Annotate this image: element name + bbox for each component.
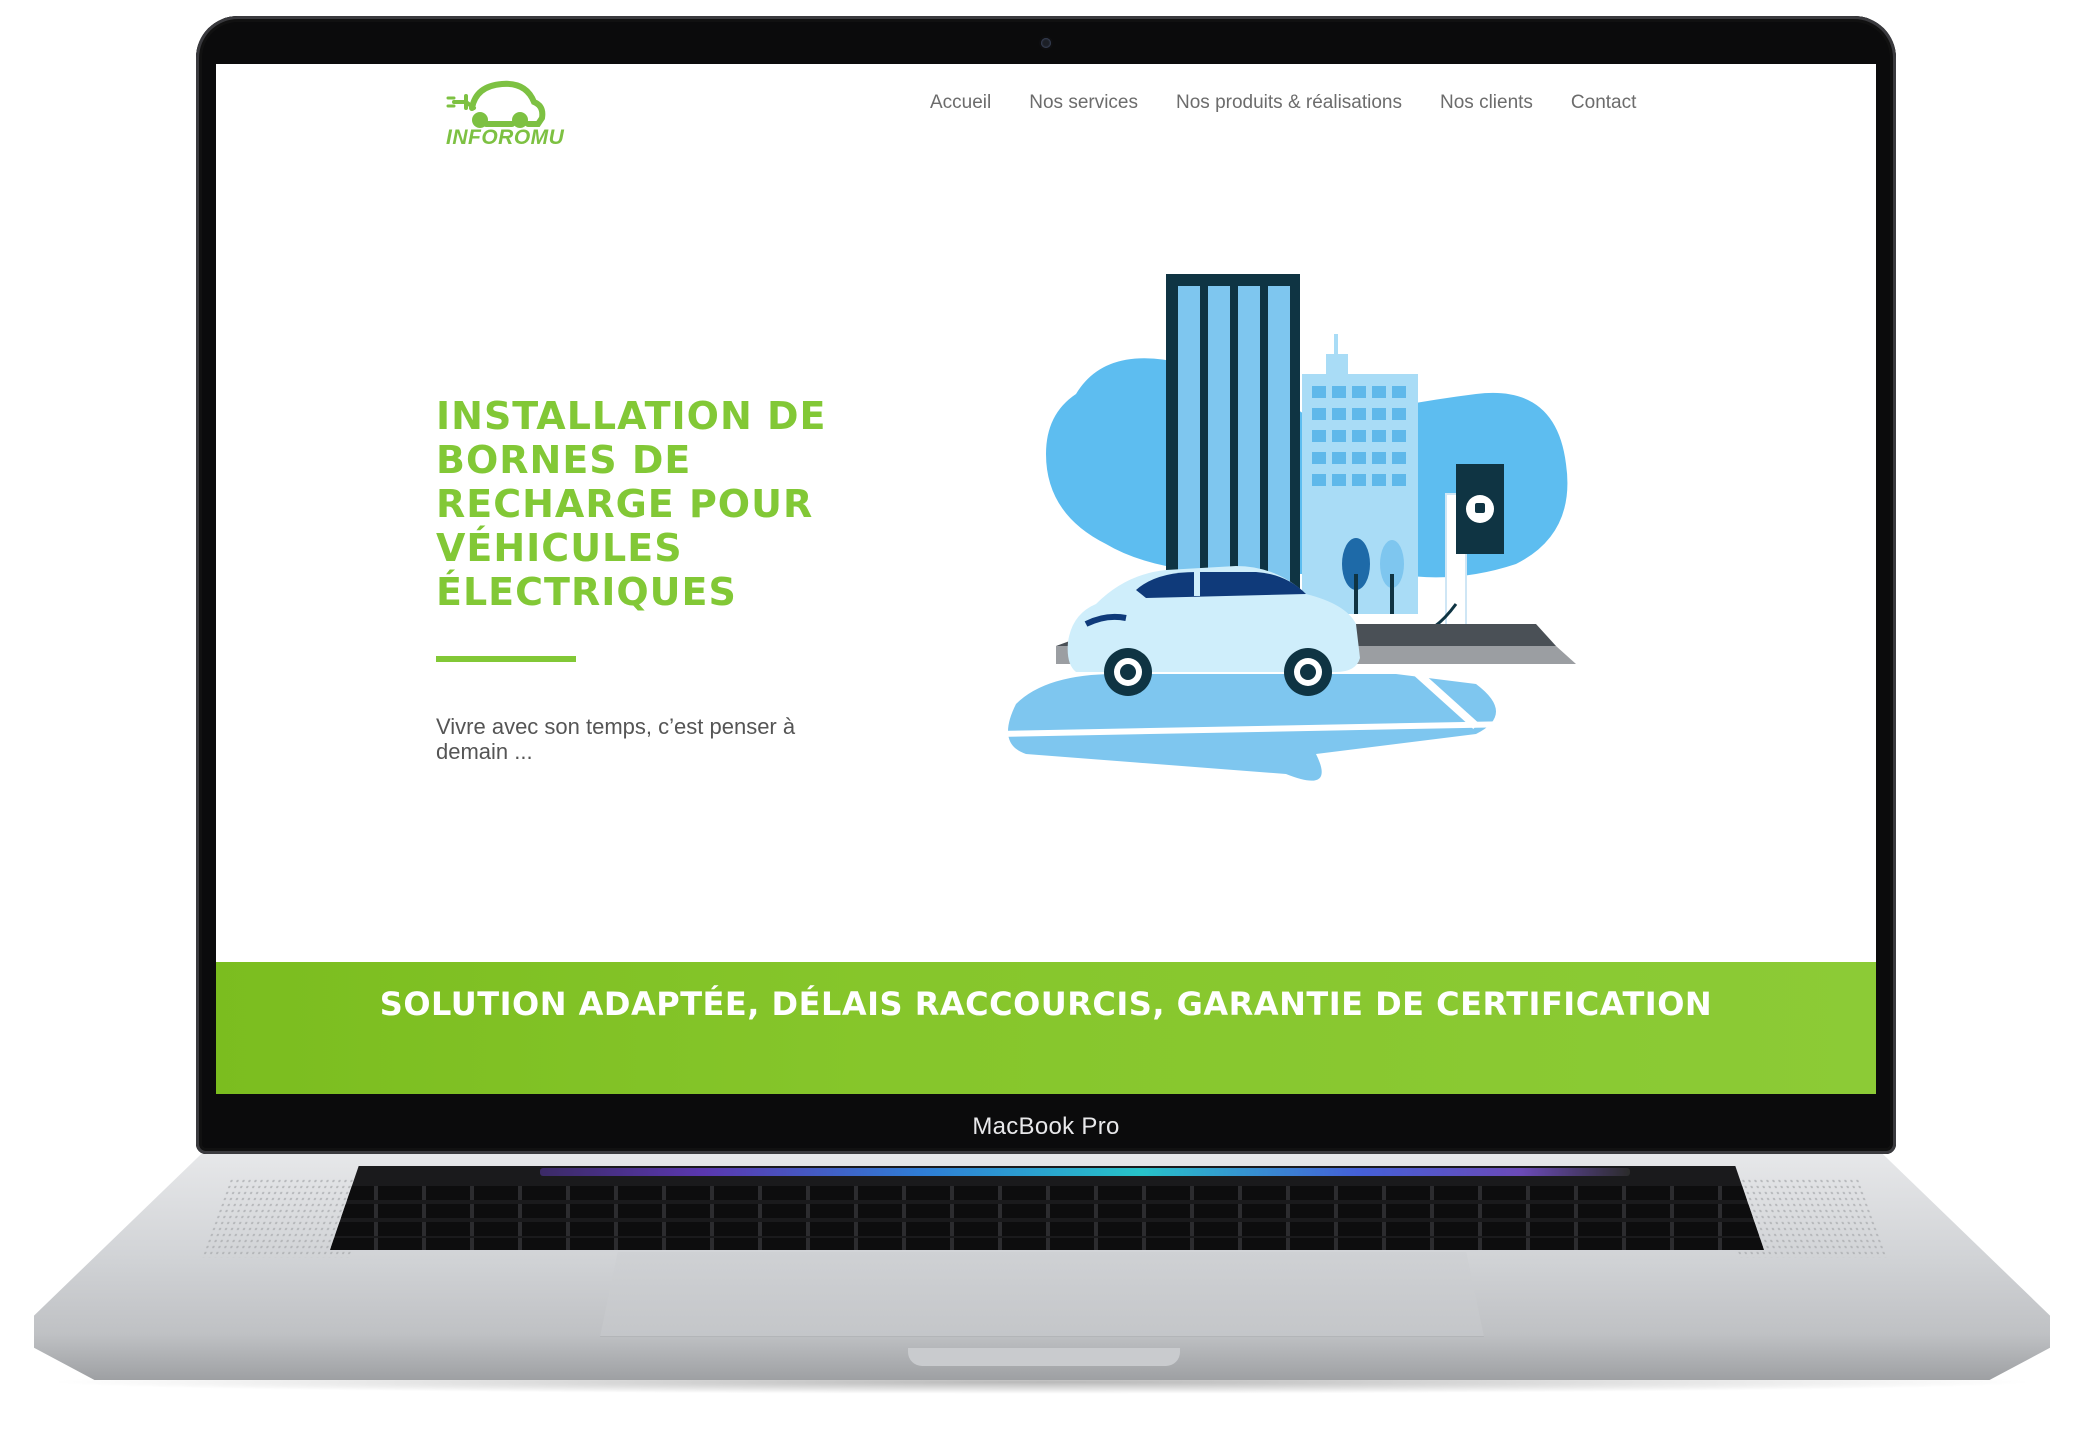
nav-link-contact[interactable]: Contact (1571, 92, 1636, 114)
browser-viewport[interactable]: INFOROMU Accueil Nos services Nos produi… (216, 64, 1876, 1094)
lid-open-notch (908, 1348, 1180, 1366)
camera-icon (1041, 38, 1051, 48)
key-row (330, 1204, 1764, 1218)
nav-link-nos-clients[interactable]: Nos clients (1440, 92, 1533, 114)
key-row (330, 1238, 1764, 1250)
main-navigation: Accueil Nos services Nos produits & réal… (930, 92, 1636, 114)
keyboard (330, 1166, 1764, 1250)
electric-car-charging-city-illustration (995, 274, 1576, 781)
features-banner (216, 962, 1876, 1094)
touch-bar (540, 1168, 1630, 1176)
key-row (330, 1186, 1764, 1200)
device-label: MacBook Pro (972, 1113, 1120, 1140)
nav-link-nos-services[interactable]: Nos services (1029, 92, 1138, 114)
site-header: INFOROMU Accueil Nos services Nos produi… (216, 64, 1876, 174)
hero-title: INSTALLATION DE BORNES DE RECHARGE POUR … (436, 394, 827, 614)
key-row (330, 1222, 1764, 1236)
hero-tagline: Vivre avec son temps, c’est penser à dem… (436, 714, 796, 764)
features-banner-title: SOLUTION ADAPTÉE, DÉLAIS RACCOURCIS, GAR… (379, 985, 1713, 1023)
nav-link-accueil[interactable]: Accueil (930, 92, 991, 114)
laptop-chin: MacBook Pro (196, 1100, 1896, 1154)
logo-wordmark[interactable]: INFOROMU (446, 126, 564, 150)
nav-link-nos-produits-realisations[interactable]: Nos produits & réalisations (1176, 92, 1402, 114)
hero-divider (436, 656, 576, 662)
trackpad (600, 1252, 1484, 1337)
